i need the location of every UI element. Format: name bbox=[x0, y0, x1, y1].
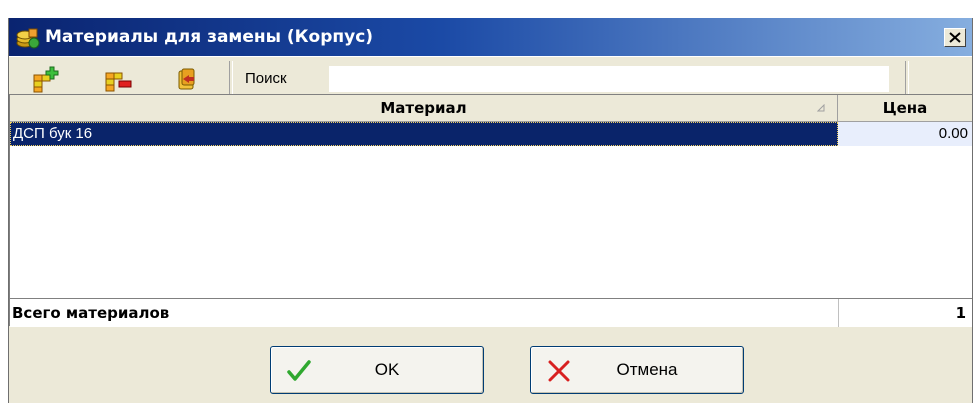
column-header-material-label: Материал bbox=[380, 99, 467, 117]
ok-button[interactable]: OK bbox=[270, 346, 484, 394]
search-label: Поиск bbox=[245, 70, 287, 87]
column-header-price[interactable]: Цена bbox=[838, 95, 972, 121]
toolbar-separator bbox=[229, 61, 233, 97]
close-icon bbox=[949, 32, 961, 43]
close-button[interactable] bbox=[944, 28, 966, 47]
remove-material-icon bbox=[105, 72, 132, 92]
total-materials-count: 1 bbox=[955, 304, 966, 322]
materials-coins-icon bbox=[15, 25, 41, 49]
add-material-button[interactable] bbox=[31, 65, 61, 93]
cancel-button[interactable]: Отмена bbox=[530, 346, 744, 394]
replace-material-button[interactable] bbox=[173, 65, 203, 93]
grid-footer: Всего материалов 1 bbox=[10, 298, 972, 327]
material-cell[interactable]: ДСП бук 16 bbox=[10, 122, 838, 146]
toolbar-separator bbox=[905, 61, 909, 97]
ok-button-label: OK bbox=[374, 360, 400, 379]
total-materials-label: Всего материалов bbox=[12, 304, 170, 322]
cancel-button-label: Отмена bbox=[616, 360, 678, 379]
remove-material-button[interactable] bbox=[103, 65, 133, 93]
window-title: Материалы для замены (Корпус) bbox=[45, 27, 374, 47]
column-header-price-label: Цена bbox=[882, 99, 928, 117]
price-cell[interactable]: 0.00 bbox=[838, 122, 972, 146]
replace-material-icon bbox=[178, 68, 195, 90]
column-header-material[interactable]: Материал bbox=[10, 95, 838, 121]
total-materials-cell: 1 bbox=[838, 299, 972, 327]
add-material-icon bbox=[33, 66, 59, 93]
sort-indicator-icon bbox=[817, 104, 825, 112]
title-bar[interactable]: Материалы для замены (Корпус) bbox=[9, 18, 972, 56]
materials-grid[interactable]: Материал Цена ДСП бук 16 0.00 Всего мате… bbox=[9, 94, 972, 327]
search-input[interactable] bbox=[329, 66, 889, 92]
table-row[interactable]: ДСП бук 16 0.00 bbox=[10, 122, 972, 146]
grid-header: Материал Цена bbox=[10, 95, 972, 122]
